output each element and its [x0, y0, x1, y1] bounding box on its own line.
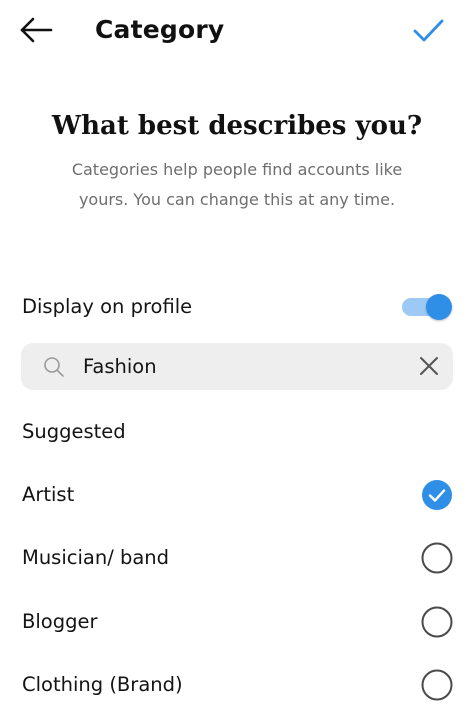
display-on-profile-toggle[interactable] — [402, 293, 452, 321]
intro-heading: What best describes you? — [51, 111, 423, 141]
intro-subtext-line-2: yours. You can change this at any time. — [78, 190, 396, 209]
toggle-thumb — [426, 294, 452, 320]
suggested-section-label: Suggested — [22, 420, 126, 443]
radio-unchecked-icon[interactable] — [421, 542, 453, 574]
category-option-artist[interactable]: Artist — [0, 468, 474, 522]
category-option-clothing-brand[interactable]: Clothing (Brand) — [0, 658, 474, 712]
close-icon[interactable] — [417, 354, 441, 378]
intro-subtext-line-1: Categories help people find accounts lik… — [71, 160, 403, 179]
back-button[interactable] — [18, 12, 54, 48]
category-option-blogger[interactable]: Blogger — [0, 595, 474, 649]
option-label: Musician/ band — [22, 546, 170, 569]
display-on-profile-label: Display on profile — [22, 295, 193, 318]
search-icon — [44, 357, 64, 377]
option-label: Artist — [22, 483, 75, 506]
category-option-musician-band[interactable]: Musician/ band — [0, 531, 474, 585]
option-label: Clothing (Brand) — [22, 673, 183, 696]
checkmark-icon — [413, 19, 444, 42]
radio-checked-icon[interactable] — [421, 479, 453, 511]
app-header: Category — [0, 0, 474, 60]
intro-subtext: Categories help people find accounts lik… — [47, 155, 427, 215]
arrow-left-icon — [20, 17, 53, 43]
option-label: Blogger — [22, 610, 98, 633]
radio-unchecked-icon[interactable] — [421, 669, 453, 701]
category-search-box — [21, 343, 453, 390]
done-button[interactable] — [410, 12, 446, 48]
category-search-input[interactable] — [83, 349, 403, 383]
radio-unchecked-icon[interactable] — [421, 606, 453, 638]
page-title: Category — [95, 15, 225, 44]
